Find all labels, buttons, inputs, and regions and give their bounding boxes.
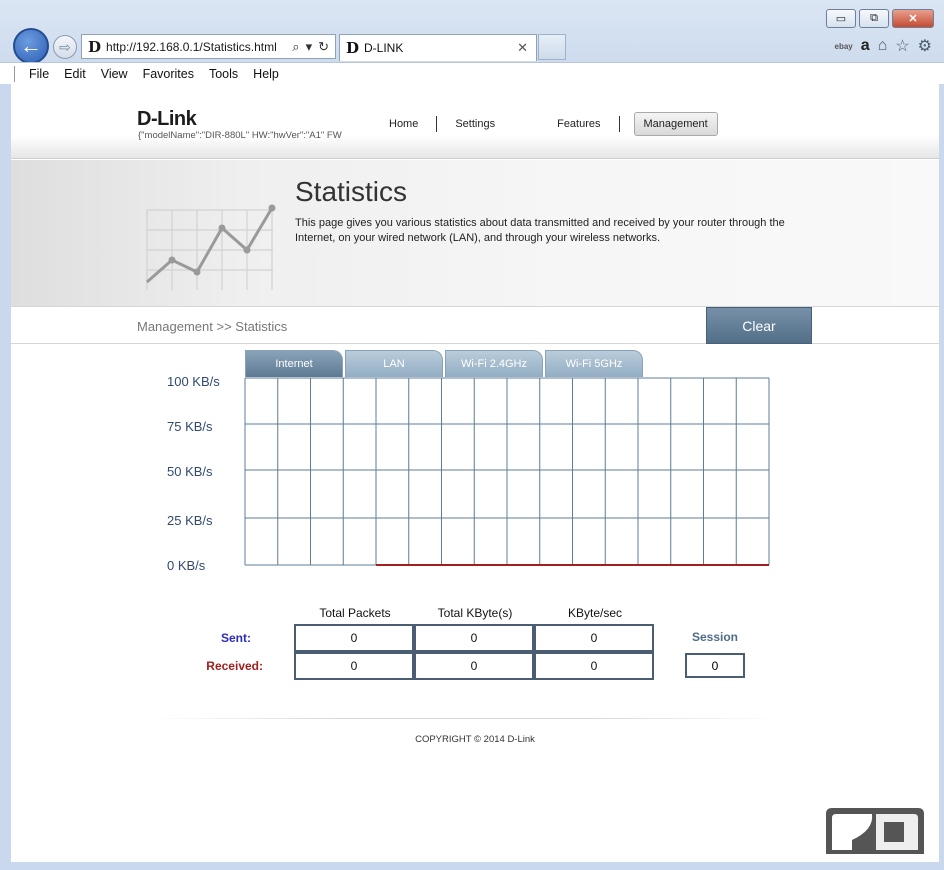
tab-close-icon[interactable]: ✕ bbox=[517, 40, 528, 56]
breadcrumb-bar: Management >> Statistics Clear bbox=[11, 306, 939, 344]
amazon-icon[interactable]: a bbox=[861, 37, 870, 55]
menu-favorites[interactable]: Favorites bbox=[143, 67, 194, 81]
traffic-chart: Internet LAN Wi-Fi 2.4GHz Wi-Fi 5GHz 100… bbox=[11, 346, 939, 606]
stats-table: Total Packets Total KByte(s) KByte/sec S… bbox=[11, 606, 939, 706]
window-frame-bottom bbox=[0, 862, 944, 870]
column-header-total-packets: Total Packets bbox=[319, 606, 391, 620]
nav-management[interactable]: Management bbox=[633, 112, 718, 136]
browser-toolbar: ebay a ⌂ ☆ ⚙ bbox=[835, 36, 933, 56]
search-icon[interactable]: ⌕ bbox=[292, 39, 299, 55]
copyright-text: COPYRIGHT © 2014 D-Link bbox=[415, 734, 535, 745]
nav-features[interactable]: Features bbox=[539, 112, 618, 136]
close-button[interactable]: ✕ bbox=[892, 9, 934, 28]
y-tick-label: 25 KB/s bbox=[167, 513, 213, 528]
forward-button[interactable]: ⇨ bbox=[53, 35, 77, 59]
y-tick-label: 75 KB/s bbox=[167, 419, 213, 434]
menu-grip bbox=[14, 65, 15, 82]
back-button[interactable]: ← bbox=[13, 28, 49, 64]
browser-tab[interactable]: D D-LINK ✕ bbox=[339, 34, 537, 61]
ebay-icon[interactable]: ebay bbox=[835, 42, 853, 51]
sent-label: Sent: bbox=[221, 631, 251, 645]
main-nav: Home Settings Features Management bbox=[371, 112, 718, 136]
clear-button[interactable]: Clear bbox=[706, 307, 812, 344]
tab-title: D-LINK bbox=[364, 41, 404, 55]
browser-chrome: ▭ ⧉ ✕ ← ⇨ D http://192.168.0.1/Statistic… bbox=[0, 0, 944, 84]
received-label: Received: bbox=[206, 659, 263, 673]
minimize-button[interactable]: ▭ bbox=[826, 9, 856, 28]
chart-plot-area bbox=[244, 377, 770, 566]
tab-lan[interactable]: LAN bbox=[345, 350, 443, 377]
y-tick-label: 0 KB/s bbox=[167, 558, 206, 573]
window-frame-left bbox=[0, 84, 11, 870]
page-banner: Statistics This page gives you various s… bbox=[11, 160, 939, 306]
received-total-kbytes: 0 bbox=[414, 652, 534, 680]
nav-home[interactable]: Home bbox=[371, 112, 436, 136]
menu-view[interactable]: View bbox=[101, 67, 128, 81]
menu-file[interactable]: File bbox=[29, 67, 49, 81]
router-page: D-Link {"modelName":"DIR-880L" HW:"hwVer… bbox=[11, 84, 939, 862]
tab-internet[interactable]: Internet bbox=[245, 350, 343, 377]
y-tick-label: 100 KB/s bbox=[167, 374, 220, 389]
tab-wifi-5ghz[interactable]: Wi-Fi 5GHz bbox=[545, 350, 643, 377]
nav-divider bbox=[618, 116, 620, 132]
router-header: D-Link {"modelName":"DIR-880L" HW:"hwVer… bbox=[11, 84, 939, 159]
forward-arrow-icon: ⇨ bbox=[59, 38, 71, 55]
settings-gear-icon[interactable]: ⚙ bbox=[918, 36, 932, 56]
back-arrow-icon: ← bbox=[20, 33, 42, 58]
menu-bar: File Edit View Favorites Tools Help bbox=[0, 62, 944, 84]
page-description: This page gives you various statistics a… bbox=[295, 217, 785, 244]
sent-kbyte-sec: 0 bbox=[534, 624, 654, 652]
sent-total-packets: 0 bbox=[294, 624, 414, 652]
dlink-logo: D-Link bbox=[137, 108, 197, 130]
page-title: Statistics bbox=[295, 176, 408, 207]
window-frame-right bbox=[939, 84, 944, 870]
address-bar[interactable]: D http://192.168.0.1/Statistics.html ⌕ ▾… bbox=[81, 34, 336, 59]
session-value: 0 bbox=[685, 653, 745, 678]
favorites-star-icon[interactable]: ☆ bbox=[895, 36, 909, 56]
statistics-graph-icon bbox=[146, 204, 276, 290]
home-icon[interactable]: ⌂ bbox=[878, 37, 888, 55]
tab-favicon-icon: D bbox=[346, 39, 360, 57]
session-label: Session bbox=[691, 630, 739, 644]
site-favicon-icon: D bbox=[88, 37, 102, 56]
menu-edit[interactable]: Edit bbox=[64, 67, 86, 81]
window-controls: ▭ ⧉ ✕ bbox=[826, 9, 934, 28]
column-header-total-kbytes: Total KByte(s) bbox=[437, 606, 513, 620]
model-info: {"modelName":"DIR-880L" HW:"hwVer":"A1" … bbox=[138, 130, 342, 141]
tab-wifi-24ghz[interactable]: Wi-Fi 2.4GHz bbox=[445, 350, 543, 377]
column-header-kbyte-sec: KByte/sec bbox=[567, 606, 623, 620]
sent-total-kbytes: 0 bbox=[414, 624, 534, 652]
received-total-packets: 0 bbox=[294, 652, 414, 680]
watermark-logo-icon bbox=[826, 808, 924, 854]
refresh-icon[interactable]: ↻ bbox=[318, 39, 329, 55]
address-url[interactable]: http://192.168.0.1/Statistics.html bbox=[106, 40, 277, 54]
maximize-button[interactable]: ⧉ bbox=[859, 9, 889, 28]
new-tab-button[interactable] bbox=[538, 34, 566, 60]
menu-help[interactable]: Help bbox=[253, 67, 279, 81]
footer-divider bbox=[151, 718, 781, 719]
nav-settings[interactable]: Settings bbox=[437, 112, 513, 136]
y-tick-label: 50 KB/s bbox=[167, 464, 213, 479]
breadcrumb: Management >> Statistics bbox=[137, 319, 288, 334]
menu-tools[interactable]: Tools bbox=[209, 67, 238, 81]
dropdown-icon[interactable]: ▾ bbox=[306, 39, 313, 55]
received-kbyte-sec: 0 bbox=[534, 652, 654, 680]
